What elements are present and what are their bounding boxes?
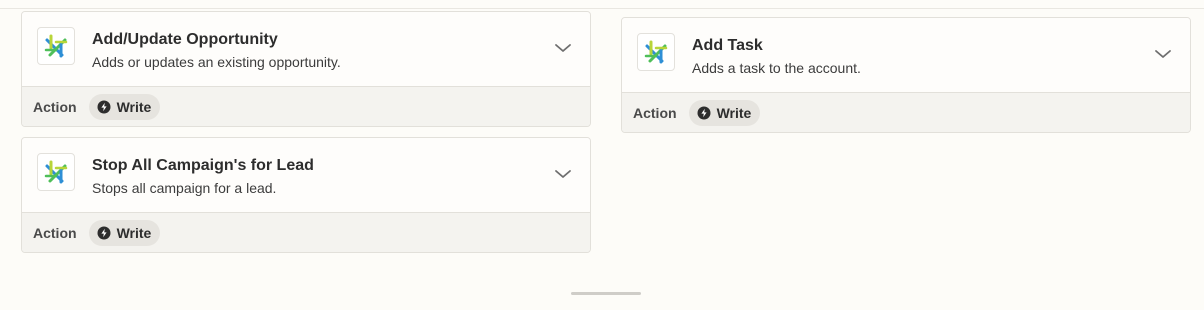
top-divider bbox=[0, 8, 1204, 9]
card-footer: Action Write bbox=[22, 87, 590, 126]
card-header[interactable]: Stop All Campaign's for Lead Stops all c… bbox=[22, 138, 590, 213]
card-footer: Action Write bbox=[622, 93, 1190, 132]
scroll-handle[interactable] bbox=[571, 292, 641, 295]
lightning-circle-icon bbox=[97, 100, 111, 114]
card-footer: Action Write bbox=[22, 213, 590, 252]
chevron-down-icon[interactable] bbox=[1154, 48, 1172, 60]
action-label: Action bbox=[633, 105, 677, 121]
app-logo-icon bbox=[37, 153, 75, 191]
lightning-circle-icon bbox=[97, 226, 111, 240]
card-description: Adds or updates an existing opportunity. bbox=[92, 54, 341, 70]
app-logo-icon bbox=[37, 27, 75, 65]
badge-label: Write bbox=[716, 105, 752, 121]
badge-label: Write bbox=[116, 99, 152, 115]
action-card-add-update-opportunity[interactable]: Add/Update Opportunity Adds or updates a… bbox=[21, 11, 591, 127]
chevron-down-icon[interactable] bbox=[554, 168, 572, 180]
badge-label: Write bbox=[116, 225, 152, 241]
card-header[interactable]: Add Task Adds a task to the account. bbox=[622, 18, 1190, 93]
action-card-stop-all-campaigns[interactable]: Stop All Campaign's for Lead Stops all c… bbox=[21, 137, 591, 253]
card-description: Stops all campaign for a lead. bbox=[92, 180, 277, 196]
write-badge: Write bbox=[88, 94, 161, 120]
card-title: Add Task bbox=[692, 37, 763, 54]
write-badge: Write bbox=[88, 220, 161, 246]
card-title: Stop All Campaign's for Lead bbox=[92, 157, 314, 174]
write-badge: Write bbox=[688, 100, 761, 126]
action-card-add-task[interactable]: Add Task Adds a task to the account. Act… bbox=[621, 17, 1191, 133]
card-title: Add/Update Opportunity bbox=[92, 31, 278, 48]
card-header[interactable]: Add/Update Opportunity Adds or updates a… bbox=[22, 12, 590, 87]
action-label: Action bbox=[33, 225, 77, 241]
app-logo-icon bbox=[637, 33, 675, 71]
action-label: Action bbox=[33, 99, 77, 115]
card-description: Adds a task to the account. bbox=[692, 60, 861, 76]
lightning-circle-icon bbox=[697, 106, 711, 120]
chevron-down-icon[interactable] bbox=[554, 42, 572, 54]
